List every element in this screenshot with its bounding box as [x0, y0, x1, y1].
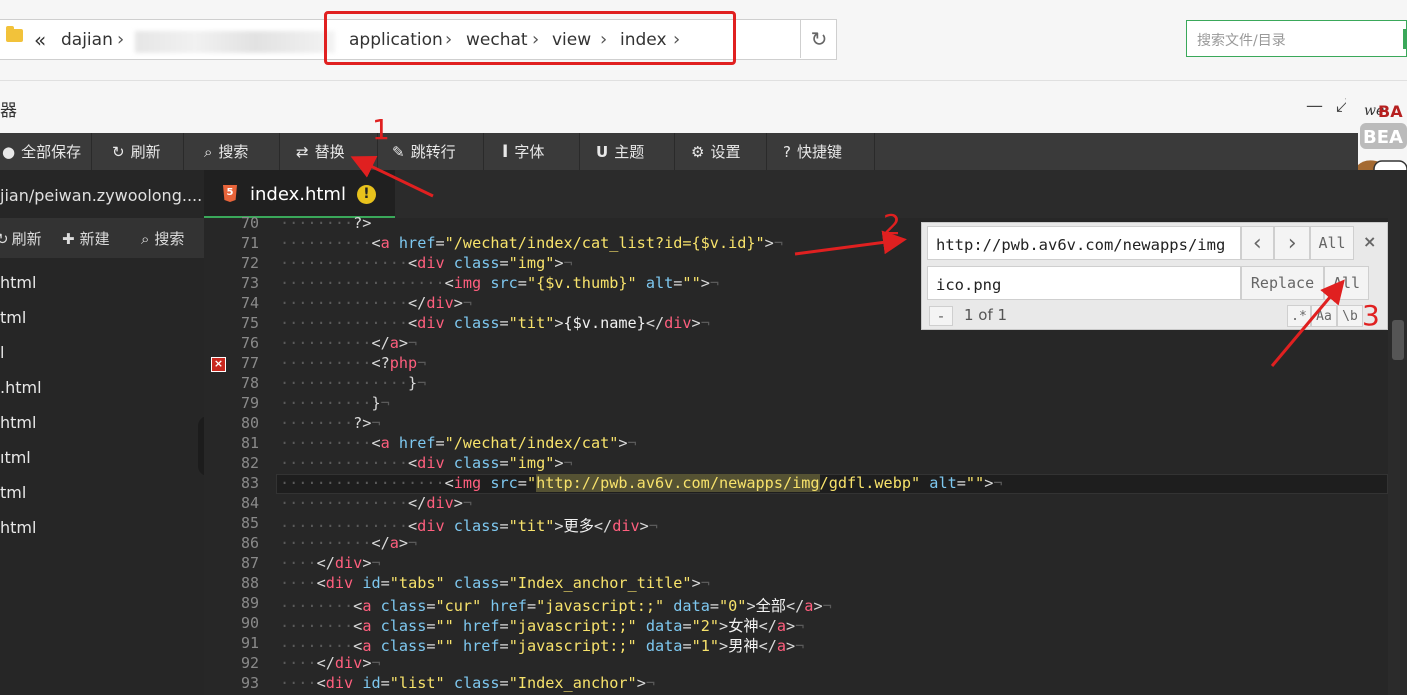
annotation-number-2: 2 [883, 208, 901, 241]
annotation-arrow-3 [1270, 279, 1345, 367]
annotation-number-1: 1 [372, 113, 390, 146]
annotation-number-3: 3 [1362, 299, 1380, 332]
annotation-arrow-1 [350, 155, 434, 198]
annotation-arrow-2 [794, 230, 907, 256]
annotation-arrows [350, 155, 1345, 367]
